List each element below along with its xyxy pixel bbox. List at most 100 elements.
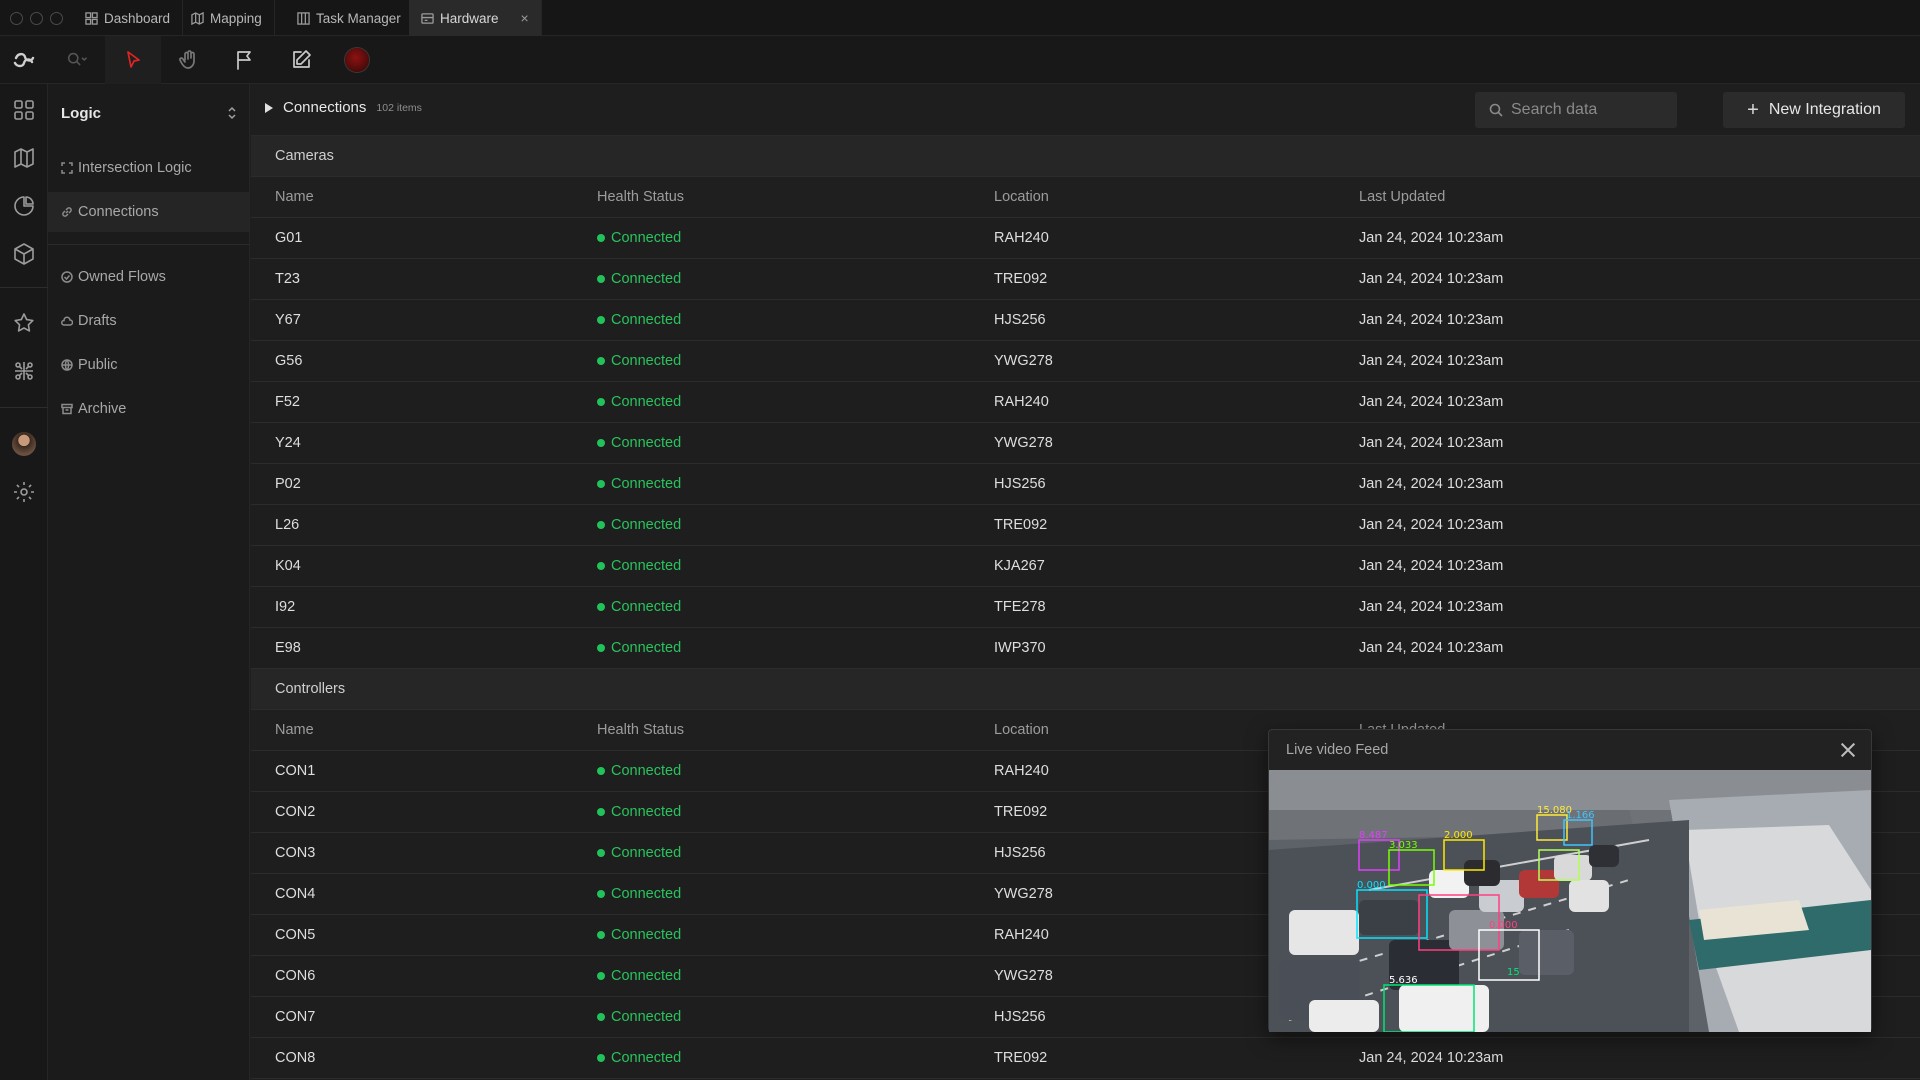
columns-icon: [297, 11, 310, 25]
group-header[interactable]: Cameras: [251, 136, 1920, 177]
dashboard-rail-icon[interactable]: [12, 98, 36, 122]
live-video-panel[interactable]: Live video Feed 8.487 3.033 2.000 15.080 1.1…: [1268, 729, 1872, 1032]
sidebar-item-intersection-logic[interactable]: Intersection Logic: [48, 148, 249, 188]
vehicle: [1429, 870, 1469, 898]
analytics-rail-icon[interactable]: [12, 194, 36, 218]
sidebar-item-archive[interactable]: Archive: [48, 389, 249, 429]
status-label: Connected: [611, 845, 682, 861]
expand-triangle-icon[interactable]: [265, 102, 273, 113]
record-button[interactable]: [329, 36, 385, 84]
window-close-button[interactable]: [10, 12, 23, 25]
network-rail-icon[interactable]: [12, 359, 36, 383]
table-row[interactable]: K04 Connected KJA267 Jan 24, 2024 10:23am: [251, 546, 1920, 587]
table-row[interactable]: I92 Connected TFE278 Jan 24, 2024 10:23am: [251, 587, 1920, 628]
status-label: Connected: [611, 599, 682, 615]
close-tab-icon[interactable]: ×: [521, 10, 529, 26]
device-name: K04: [275, 558, 301, 574]
device-name: CON2: [275, 804, 316, 820]
table-row[interactable]: T23 Connected TRE092 Jan 24, 2024 10:23am: [251, 259, 1920, 300]
location: IWP370: [994, 640, 1046, 656]
detection-score-label: 2.000: [1444, 830, 1473, 841]
sidebar-item-drafts[interactable]: Drafts: [48, 301, 249, 341]
search-icon: [1489, 103, 1503, 117]
last-updated: Jan 24, 2024 10:23am: [1359, 353, 1504, 369]
edit-icon: [293, 50, 311, 68]
cube-rail-icon[interactable]: [12, 242, 36, 266]
vehicle: [1289, 910, 1359, 955]
detection-score-label: 0.000: [1357, 880, 1386, 891]
window-minimize-button[interactable]: [30, 12, 43, 25]
user-avatar[interactable]: [12, 432, 36, 456]
breadcrumb[interactable]: Connections 102 items: [265, 99, 422, 116]
status-dot-icon: [597, 849, 605, 857]
sidebar-item-label: Archive: [78, 401, 127, 417]
column-header[interactable]: Health Status: [597, 722, 994, 738]
table-row[interactable]: L26 Connected TRE092 Jan 24, 2024 10:23am: [251, 505, 1920, 546]
search-input[interactable]: [1511, 101, 1671, 119]
column-header[interactable]: Location: [994, 189, 1359, 205]
new-integration-button[interactable]: + New Integration: [1723, 92, 1905, 128]
table-row[interactable]: G01 Connected RAH240 Jan 24, 2024 10:23am: [251, 218, 1920, 259]
flag-tool[interactable]: [217, 36, 273, 84]
group-header[interactable]: Controllers: [251, 669, 1920, 710]
window-maximize-button[interactable]: [50, 12, 63, 25]
health-status: Connected: [597, 1050, 994, 1066]
location: RAH240: [994, 394, 1049, 410]
video-feed[interactable]: 8.487 3.033 2.000 15.080 1.166 0.000 0.000 5.63…: [1269, 770, 1871, 1032]
app-logo[interactable]: [0, 36, 48, 84]
column-header[interactable]: Last Updated: [1359, 189, 1659, 205]
column-header[interactable]: Name: [251, 189, 597, 205]
toolbar: [0, 36, 1920, 84]
detection-score-label: 8.487: [1359, 830, 1388, 841]
tab-dashboard[interactable]: Dashboard: [73, 0, 184, 36]
sidebar-item-label: Public: [78, 357, 118, 373]
sidebar-item-public[interactable]: Public: [48, 345, 249, 385]
tab-task-manager[interactable]: Task Manager: [285, 0, 414, 36]
status-label: Connected: [611, 353, 682, 369]
sidebar-item-connections[interactable]: Connections: [48, 192, 249, 232]
table-row[interactable]: F52 Connected RAH240 Jan 24, 2024 10:23am: [251, 382, 1920, 423]
hardware-icon: [421, 12, 434, 24]
device-name: CON8: [275, 1050, 316, 1066]
health-status: Connected: [597, 968, 994, 984]
column-header[interactable]: Name: [251, 722, 597, 738]
table-row[interactable]: P02 Connected HJS256 Jan 24, 2024 10:23am: [251, 464, 1920, 505]
table-row[interactable]: Y67 Connected HJS256 Jan 24, 2024 10:23am: [251, 300, 1920, 341]
select-tool[interactable]: [105, 36, 161, 84]
table-row[interactable]: CON8 Connected TRE092 Jan 24, 2024 10:23am: [251, 1038, 1920, 1079]
sidebar-item-label: Owned Flows: [78, 269, 166, 285]
new-integration-label: New Integration: [1768, 101, 1881, 118]
table-row[interactable]: E98 Connected IWP370 Jan 24, 2024 10:23am: [251, 628, 1920, 669]
search-box[interactable]: [1475, 92, 1677, 128]
table-row[interactable]: Y24 Connected YWG278 Jan 24, 2024 10:23am: [251, 423, 1920, 464]
expand-icon: [61, 162, 73, 174]
star-rail-icon[interactable]: [12, 311, 36, 335]
logic-sidebar: Logic Intersection Logic Connections Own…: [48, 84, 250, 1080]
main-header: Connections 102 items + New Integration: [251, 84, 1920, 136]
vehicle: [1309, 1000, 1379, 1032]
column-header[interactable]: Health Status: [597, 189, 994, 205]
logic-selector[interactable]: Logic: [61, 102, 237, 124]
health-status: Connected: [597, 476, 994, 492]
table-row[interactable]: G56 Connected YWG278 Jan 24, 2024 10:23am: [251, 341, 1920, 382]
map-rail-icon[interactable]: [12, 146, 36, 170]
close-icon[interactable]: [1841, 743, 1855, 757]
location: HJS256: [994, 476, 1046, 492]
logo-icon: [13, 52, 35, 68]
tab-hardware[interactable]: Hardware ×: [409, 0, 542, 36]
settings-gear-icon[interactable]: [12, 480, 36, 504]
grid-icon: [85, 11, 98, 25]
sidebar-item-label: Intersection Logic: [78, 160, 192, 176]
traffic-camera-image: 8.4873.0332.00015.0801.1660.0000.0005.63…: [1269, 770, 1871, 1032]
tab-mapping[interactable]: Mapping: [179, 0, 275, 36]
pan-tool[interactable]: [161, 36, 217, 84]
device-name: P02: [275, 476, 301, 492]
last-updated: Jan 24, 2024 10:23am: [1359, 312, 1504, 328]
flag-icon: [237, 51, 251, 70]
health-status: Connected: [597, 1009, 994, 1025]
health-status: Connected: [597, 312, 994, 328]
health-status: Connected: [597, 640, 994, 656]
sidebar-item-owned-flows[interactable]: Owned Flows: [48, 257, 249, 297]
edit-tool[interactable]: [273, 36, 329, 84]
zoom-tool[interactable]: [52, 36, 100, 84]
